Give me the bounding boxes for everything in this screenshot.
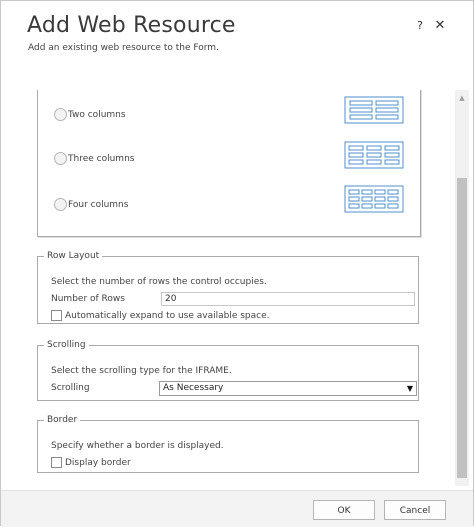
close-icon[interactable]: ✕: [433, 18, 447, 33]
display-border-option[interactable]: Display border: [51, 457, 131, 468]
vertical-scrollbar[interactable]: ▲: [455, 90, 469, 486]
four-columns-radio[interactable]: [54, 198, 67, 211]
cancel-button[interactable]: Cancel: [384, 500, 446, 520]
display-border-label: Display border: [65, 457, 131, 468]
auto-expand-option[interactable]: Automatically expand to use available sp…: [51, 310, 270, 321]
column-layout-panel: Two columns Three columns Four columns: [37, 90, 421, 237]
row-layout-group: Row Layout Select the number of rows the…: [37, 251, 419, 324]
three-columns-option[interactable]: Three columns: [54, 152, 134, 165]
dropdown-arrow-icon: ▼: [406, 384, 413, 393]
four-columns-label: Four columns: [68, 199, 129, 210]
two-columns-label: Two columns: [68, 109, 126, 120]
dialog-content: Two columns Three columns Four columns R…: [29, 90, 454, 486]
auto-expand-checkbox[interactable]: [51, 310, 62, 321]
dialog-footer: OK Cancel: [1, 490, 473, 527]
scrolling-description: Select the scrolling type for the IFRAME…: [51, 366, 232, 376]
three-columns-radio[interactable]: [54, 152, 67, 165]
scrolling-select[interactable]: As Necessary ▼: [159, 381, 417, 396]
three-columns-label: Three columns: [68, 153, 135, 164]
auto-expand-label: Automatically expand to use available sp…: [65, 310, 270, 321]
display-border-checkbox[interactable]: [51, 457, 62, 468]
ok-button[interactable]: OK: [313, 500, 375, 520]
scrolling-legend: Scrolling: [47, 340, 86, 350]
dialog-subtitle: Add an existing web resource to the Form…: [28, 43, 219, 53]
scrolling-group: Scrolling Select the scrolling type for …: [37, 340, 419, 401]
add-web-resource-dialog: Add Web Resource Add an existing web res…: [0, 0, 474, 527]
help-icon[interactable]: ?: [414, 19, 426, 33]
dialog-title: Add Web Resource: [27, 13, 236, 38]
scroll-up-arrow-icon[interactable]: ▲: [455, 93, 469, 103]
row-layout-legend: Row Layout: [47, 251, 100, 261]
two-columns-radio[interactable]: [54, 108, 67, 121]
scrolling-label: Scrolling: [51, 383, 90, 393]
two-columns-option[interactable]: Two columns: [54, 108, 126, 121]
scrolling-select-value: As Necessary: [163, 383, 224, 393]
four-column-layout-icon: [344, 185, 404, 213]
border-group: Border Specify whether a border is displ…: [37, 415, 419, 473]
scrollbar-thumb[interactable]: [457, 178, 467, 478]
two-column-layout-icon: [344, 96, 404, 124]
row-layout-description: Select the number of rows the control oc…: [51, 277, 267, 287]
three-column-layout-icon: [344, 141, 404, 169]
number-of-rows-input[interactable]: 20: [161, 292, 415, 306]
border-legend: Border: [47, 415, 78, 425]
border-description: Specify whether a border is displayed.: [51, 441, 224, 451]
four-columns-option[interactable]: Four columns: [54, 198, 128, 211]
number-of-rows-label: Number of Rows: [51, 294, 125, 304]
